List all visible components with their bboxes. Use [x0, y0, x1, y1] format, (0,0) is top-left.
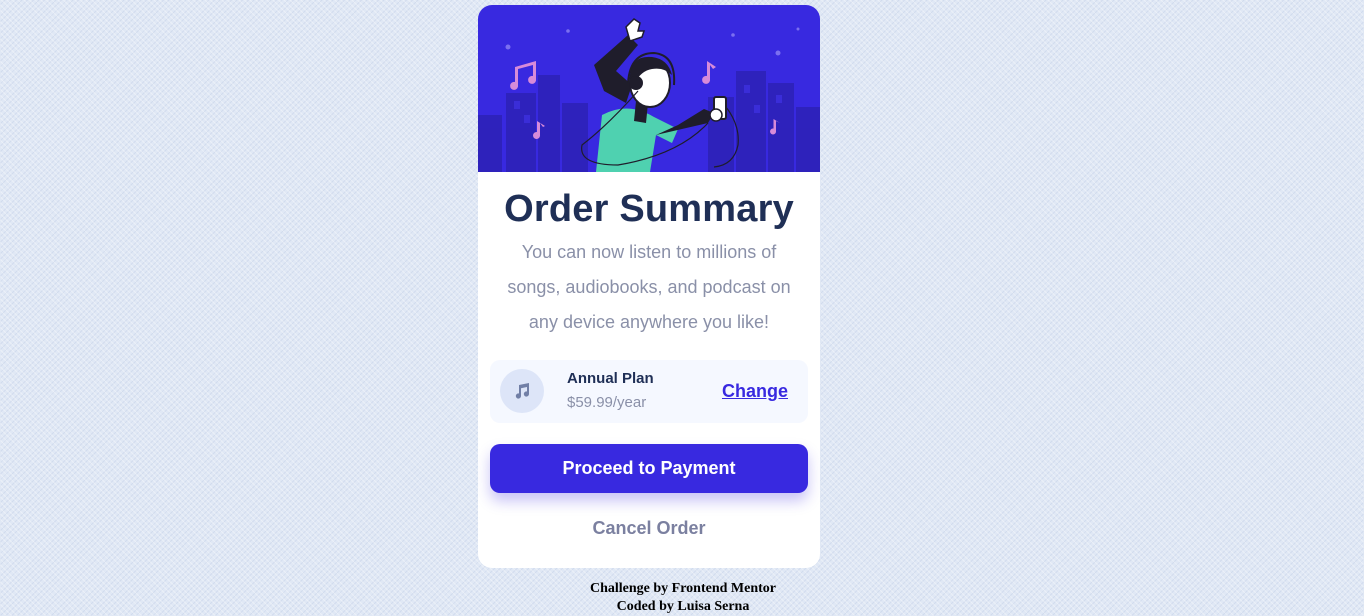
change-plan-link[interactable]: Change — [722, 381, 788, 402]
page-title: Order Summary — [504, 188, 794, 230]
attribution-author: Coded by Luisa Serna — [616, 599, 750, 614]
attribution-challenge: Challenge by Frontend Mentor — [589, 581, 776, 596]
plan-name: Annual Plan — [567, 370, 654, 387]
plan-price: $59.99/year — [567, 394, 647, 411]
proceed-to-payment-button[interactable]: Proceed to Payment — [490, 444, 808, 493]
plan-summary: Annual Plan $59.99/year Change — [490, 360, 808, 423]
hero-illustration — [478, 5, 820, 172]
order-description: You can now listen to millions of songs,… — [507, 242, 791, 332]
order-summary-card: Order Summary You can now listen to mill… — [478, 5, 820, 568]
attribution: Challenge by Frontend Mentor Coded by Lu… — [583, 580, 783, 616]
music-note-icon — [500, 369, 544, 413]
cancel-order-button[interactable]: Cancel Order — [478, 513, 820, 543]
